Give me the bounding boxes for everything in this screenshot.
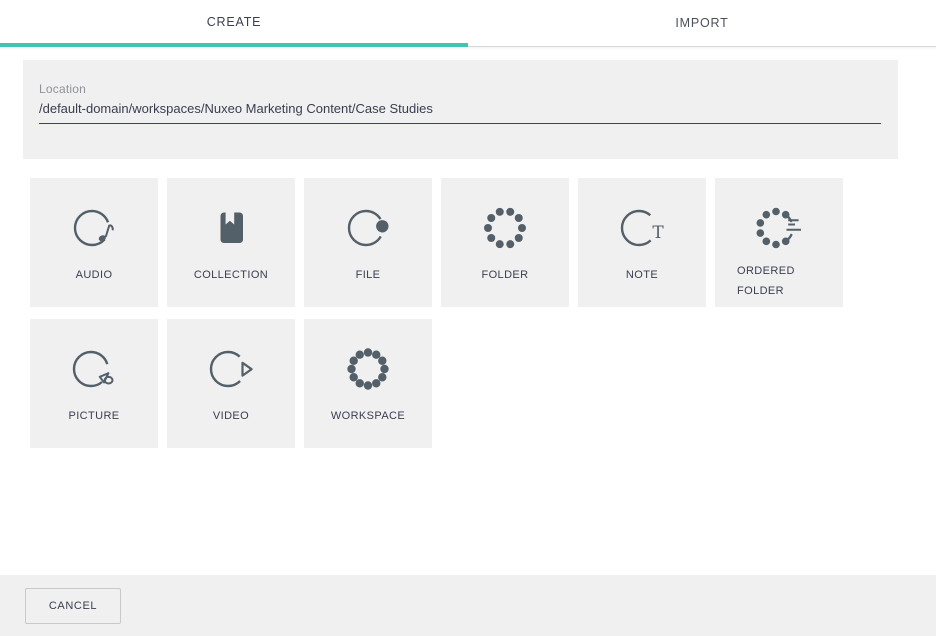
tab-bar: CREATE IMPORT <box>0 0 936 47</box>
folder-icon <box>481 204 529 252</box>
document-type-grid: AUDIO COLLECTION FILE FOLDER T NOTE ORDE… <box>30 178 936 448</box>
tile-folder[interactable]: FOLDER <box>441 178 569 307</box>
tile-picture[interactable]: PICTURE <box>30 319 158 448</box>
cancel-button[interactable]: CANCEL <box>25 588 121 624</box>
tile-file[interactable]: FILE <box>304 178 432 307</box>
tile-note[interactable]: T NOTE <box>578 178 706 307</box>
file-icon <box>344 204 392 252</box>
create-document-dialog: CREATE IMPORT Location /default-domain/w… <box>0 0 936 636</box>
location-input[interactable]: /default-domain/workspaces/Nuxeo Marketi… <box>39 101 881 124</box>
collection-icon <box>207 204 255 252</box>
tile-workspace[interactable]: WORKSPACE <box>304 319 432 448</box>
location-label: Location <box>39 82 881 96</box>
ordered-folder-icon <box>755 204 803 252</box>
note-icon: T <box>618 204 666 252</box>
video-icon <box>207 345 255 393</box>
tile-ordered-folder[interactable]: ORDERED FOLDER <box>715 178 843 307</box>
picture-icon <box>70 345 118 393</box>
tile-audio[interactable]: AUDIO <box>30 178 158 307</box>
tab-import[interactable]: IMPORT <box>468 0 936 47</box>
svg-text:T: T <box>652 223 664 243</box>
workspace-icon <box>344 345 392 393</box>
tab-create[interactable]: CREATE <box>0 0 468 47</box>
footer-bar: CANCEL <box>0 575 936 636</box>
tile-video[interactable]: VIDEO <box>167 319 295 448</box>
tile-collection[interactable]: COLLECTION <box>167 178 295 307</box>
audio-icon <box>70 204 118 252</box>
location-panel: Location /default-domain/workspaces/Nuxe… <box>23 60 898 159</box>
